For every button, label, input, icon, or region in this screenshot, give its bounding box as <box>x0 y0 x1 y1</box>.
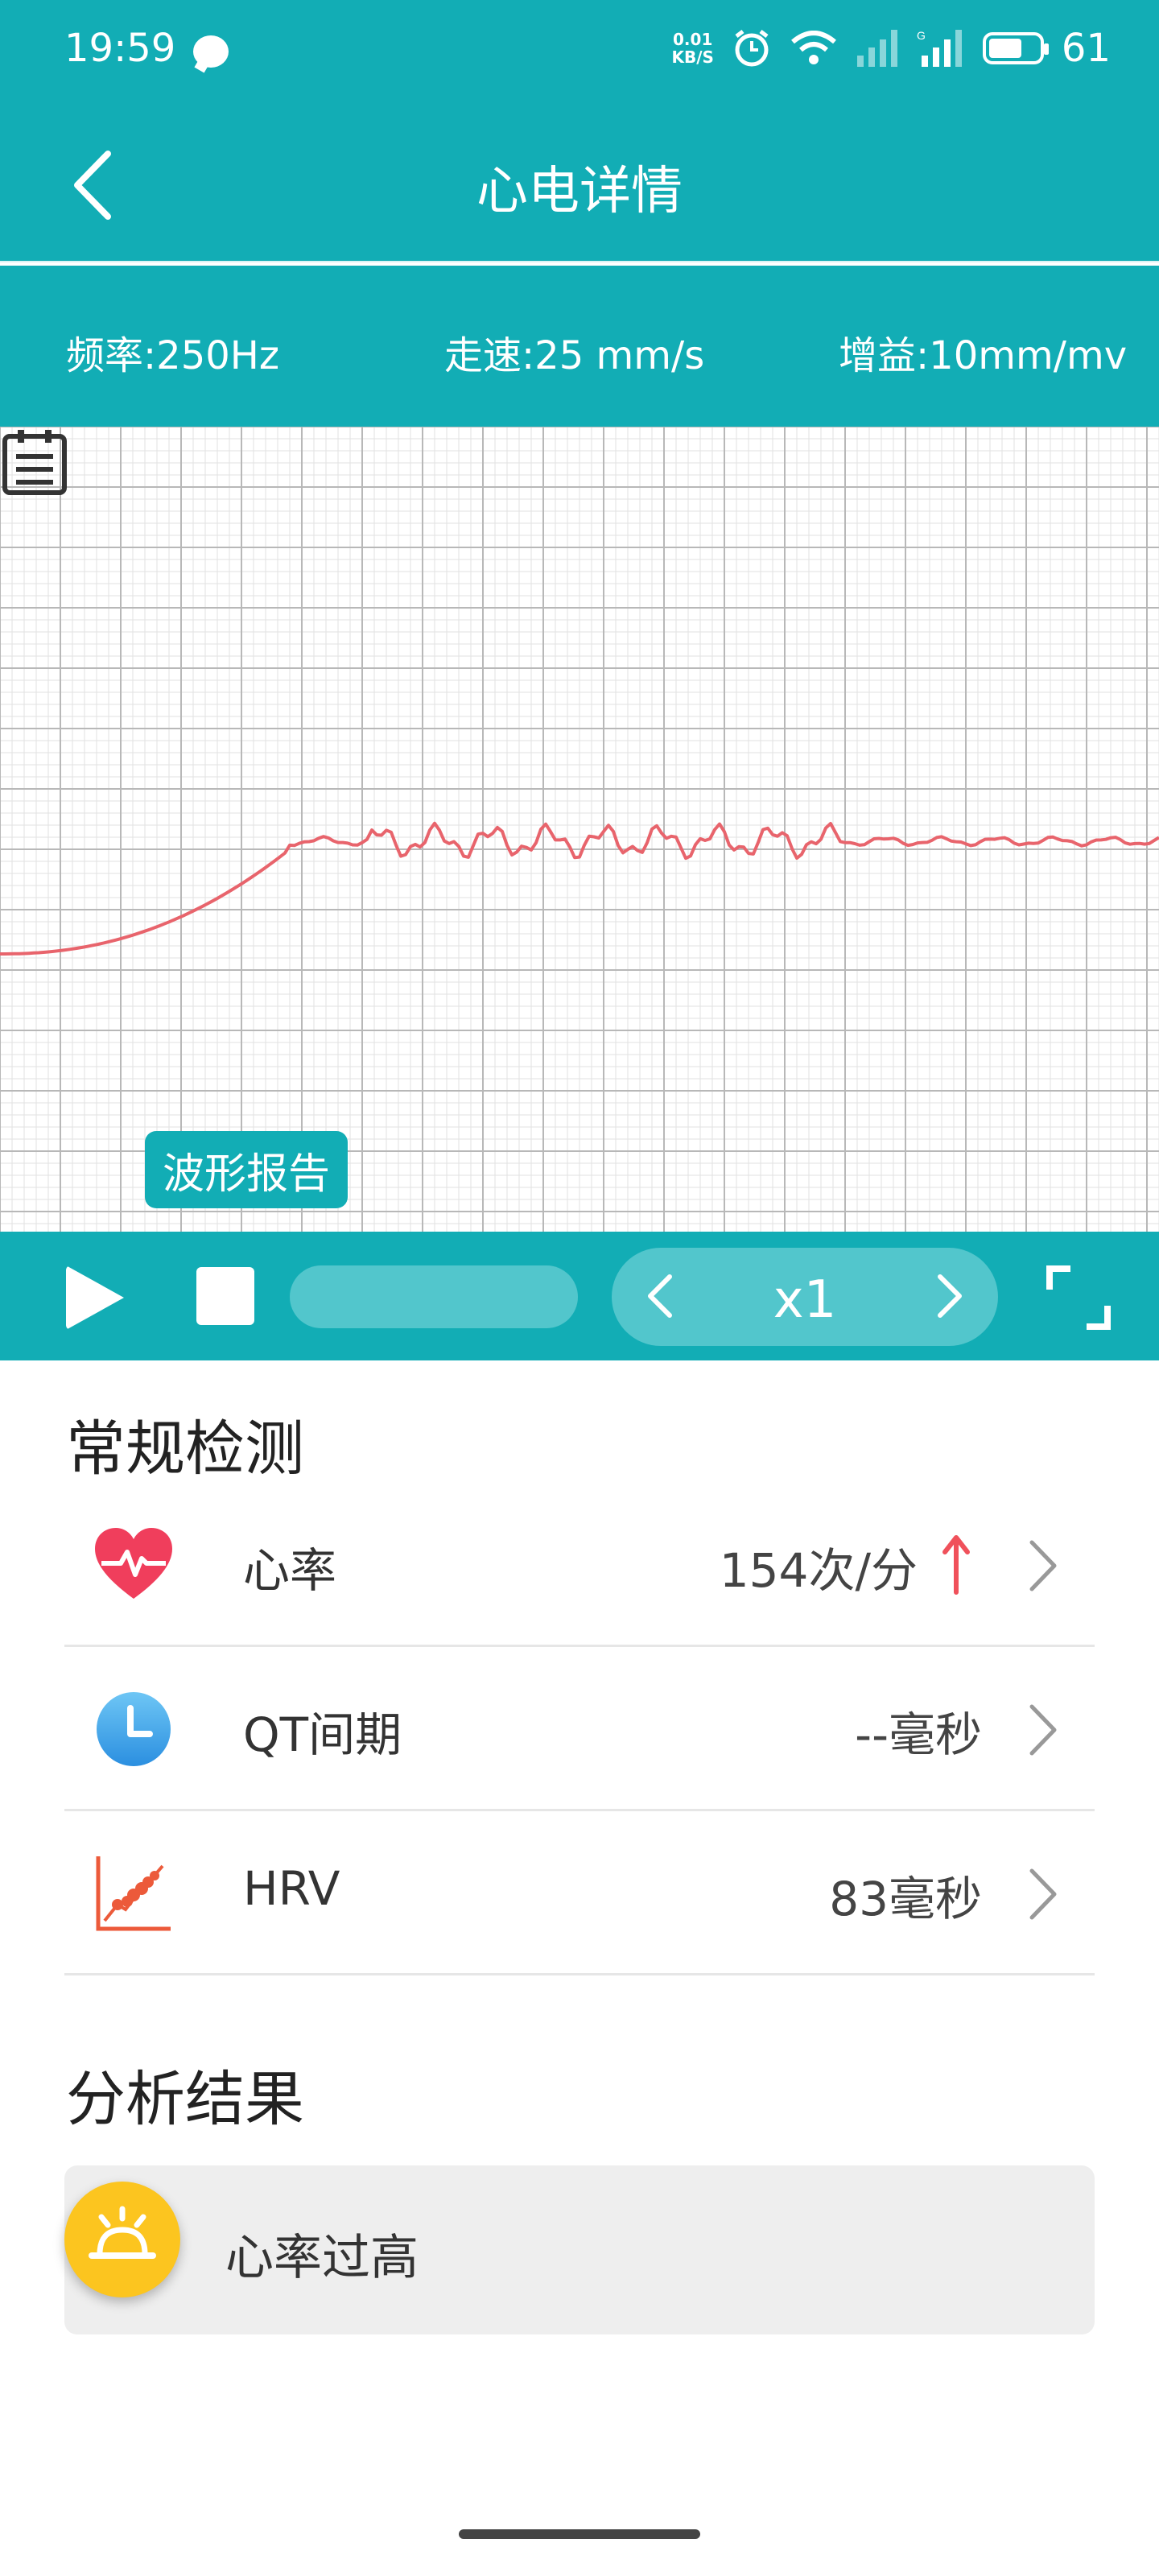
hrv-scatter-icon <box>96 1856 171 1931</box>
header-divider <box>0 261 1159 263</box>
up-arrow-icon <box>942 1535 970 1595</box>
speed-selector: x1 <box>612 1248 998 1346</box>
gain: 增益:10mm/mv <box>839 333 1128 378</box>
alarm-light-icon <box>64 2182 180 2297</box>
list-item-label: HRV <box>243 1861 340 1916</box>
network-speed: 0.01 KB/S <box>671 30 714 67</box>
speed-increase-button[interactable] <box>918 1264 982 1328</box>
list-item-heart-rate[interactable]: 心率 154次/分 <box>64 1483 1095 1647</box>
analysis-result-card[interactable]: 心率过高 <box>64 2165 1095 2334</box>
clock-icon <box>97 1692 171 1766</box>
list-item-value: 154次/分 <box>719 1543 918 1598</box>
list-item-qt-interval[interactable]: QT间期 --毫秒 <box>64 1647 1095 1811</box>
waveform-report-button[interactable]: 波形报告 <box>145 1131 349 1208</box>
stop-icon[interactable] <box>196 1267 254 1325</box>
status-bar: 19:59 0.01 KB/S G 61 <box>0 0 1159 105</box>
list-item-label: QT间期 <box>243 1707 402 1762</box>
wifi-icon <box>790 31 836 64</box>
chat-bubble-icon <box>193 35 229 68</box>
battery-level: 61 <box>1061 26 1111 71</box>
chevron-right-icon <box>938 1274 962 1318</box>
heart-rate-icon <box>95 1528 172 1599</box>
ecg-grid <box>0 427 1159 1232</box>
home-indicator[interactable] <box>459 2529 700 2539</box>
list-item-hrv[interactable]: HRV 83毫秒 <box>64 1811 1095 1975</box>
status-time: 19:59 <box>64 26 176 71</box>
play-icon[interactable] <box>66 1265 124 1330</box>
chevron-right-icon <box>1029 1704 1057 1756</box>
svg-text:G: G <box>917 29 926 42</box>
ecg-params: 频率:250Hz 走速:25 mm/s 增益:10mm/mv <box>0 266 1159 427</box>
list-item-value: 83毫秒 <box>829 1872 982 1926</box>
list-item-label: 心率 <box>243 1543 337 1598</box>
status-icons: 0.01 KB/S G 61 <box>671 24 1111 72</box>
ecg-waveform[interactable]: 波形报告 <box>0 427 1159 1232</box>
paper-speed: 走速:25 mm/s <box>444 333 705 378</box>
analysis-section-title: 分析结果 <box>66 2065 304 2134</box>
progress-bar[interactable] <box>290 1265 578 1328</box>
analysis-result-text: 心率过高 <box>225 2230 419 2286</box>
app-header: 心电详情 <box>0 105 1159 263</box>
signal-empty-icon <box>856 30 897 67</box>
battery-icon <box>982 32 1049 64</box>
routine-section-title: 常规检测 <box>66 1414 304 1484</box>
chevron-right-icon <box>1029 1540 1057 1591</box>
playback-controls: x1 <box>0 1232 1159 1360</box>
sample-rate: 频率:250Hz <box>66 333 280 378</box>
list-item-value: --毫秒 <box>855 1707 982 1762</box>
clipboard-icon[interactable] <box>0 427 69 496</box>
fullscreen-icon[interactable] <box>1046 1265 1111 1330</box>
chevron-right-icon <box>1029 1868 1057 1920</box>
alarm-icon <box>735 30 769 67</box>
signal-icon: G <box>917 29 962 67</box>
page-title: 心电详情 <box>476 162 683 221</box>
